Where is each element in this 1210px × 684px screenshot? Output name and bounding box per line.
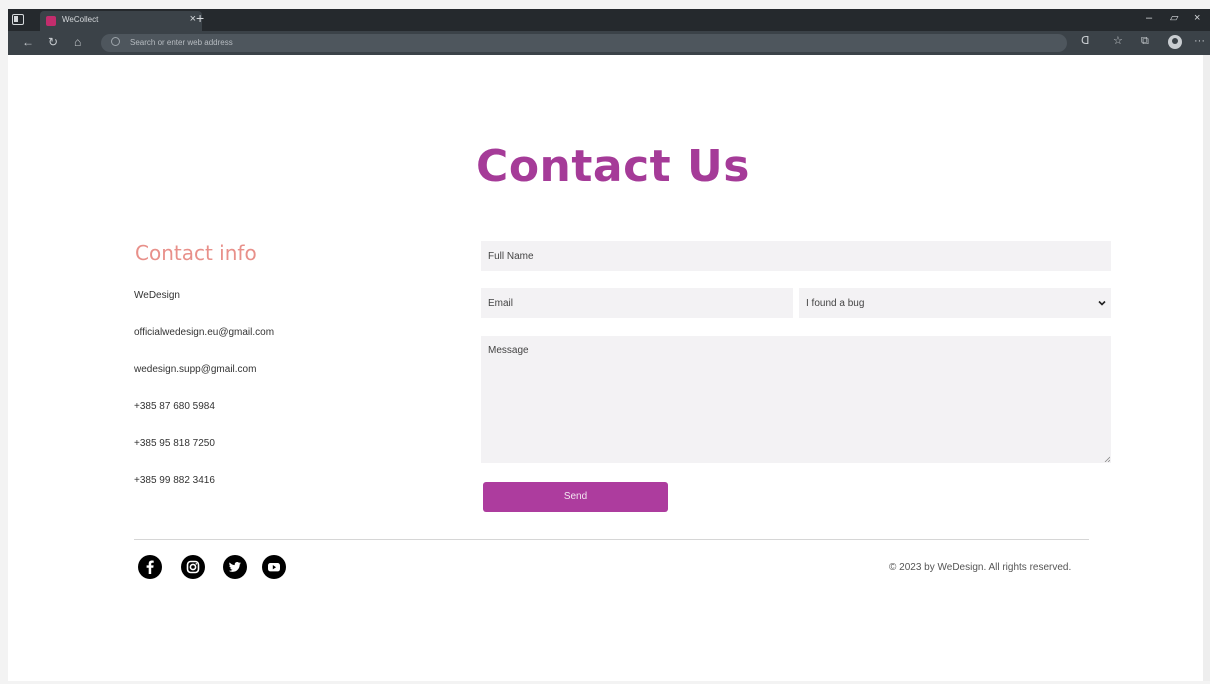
tab-wecollect[interactable]: WeCollect × xyxy=(40,11,202,31)
restore-button[interactable]: ▱ xyxy=(1170,13,1178,24)
contact-phone: +385 87 680 5984 xyxy=(134,401,215,412)
address-placeholder: Search or enter web address xyxy=(130,38,233,47)
message-textarea[interactable]: Message xyxy=(481,336,1111,463)
new-tab-button[interactable]: + xyxy=(196,11,204,25)
close-window-button[interactable]: × xyxy=(1194,13,1200,24)
home-icon[interactable]: ⌂ xyxy=(74,36,81,48)
message-placeholder: Message xyxy=(488,345,529,356)
contact-email: officialwedesign.eu@gmail.com xyxy=(134,327,275,338)
contact-phone: +385 99 882 3416 xyxy=(134,475,215,486)
topic-select[interactable]: I found a bug xyxy=(799,288,1111,318)
window-edge xyxy=(1203,55,1210,681)
instagram-icon[interactable] xyxy=(181,555,205,579)
footer-divider xyxy=(134,539,1089,540)
tab-title: WeCollect xyxy=(62,15,99,24)
back-icon[interactable]: ← xyxy=(22,36,34,48)
tab-strip: WeCollect × + – ▱ × xyxy=(8,9,1210,31)
search-icon xyxy=(111,37,120,46)
reader-icon[interactable]: ᗡ xyxy=(1081,36,1089,47)
twitter-icon[interactable] xyxy=(223,555,247,579)
favicon-icon xyxy=(46,16,56,26)
more-menu-icon[interactable]: ··· xyxy=(1194,36,1205,47)
contact-email: wedesign.supp@gmail.com xyxy=(134,364,257,375)
chevron-down-icon xyxy=(1098,300,1106,306)
refresh-icon[interactable]: ↻ xyxy=(48,36,58,48)
topic-selected-value: I found a bug xyxy=(806,298,865,309)
contact-phone: +385 95 818 7250 xyxy=(134,438,215,449)
facebook-icon[interactable] xyxy=(138,555,162,579)
youtube-icon[interactable] xyxy=(262,555,286,579)
profile-avatar[interactable] xyxy=(1168,35,1182,49)
page-title: Contact Us xyxy=(476,141,750,192)
browser-chrome: WeCollect × + – ▱ × ← ↻ ⌂ Search or ente… xyxy=(8,9,1210,55)
email-placeholder: Email xyxy=(488,298,514,309)
minimize-button[interactable]: – xyxy=(1146,13,1152,24)
copyright-text: © 2023 by WeDesign. All rights reserved. xyxy=(889,562,1072,573)
full-name-input[interactable]: Full Name xyxy=(481,241,1111,271)
company-name: WeDesign xyxy=(134,290,180,301)
address-bar-row: ← ↻ ⌂ Search or enter web address ᗡ ☆ ⧉ … xyxy=(8,31,1210,55)
tab-actions-icon[interactable] xyxy=(12,14,24,25)
address-bar[interactable]: Search or enter web address xyxy=(101,34,1067,52)
full-name-placeholder: Full Name xyxy=(488,251,534,262)
page-content: Contact Us Contact info WeDesign officia… xyxy=(8,55,1203,681)
send-button[interactable]: Send xyxy=(483,482,668,512)
collections-icon[interactable]: ⧉ xyxy=(1141,36,1149,47)
resize-grip-icon[interactable] xyxy=(1104,456,1110,462)
contact-info-heading: Contact info xyxy=(135,241,257,265)
favorites-icon[interactable]: ☆ xyxy=(1113,36,1123,47)
email-input[interactable]: Email xyxy=(481,288,793,318)
